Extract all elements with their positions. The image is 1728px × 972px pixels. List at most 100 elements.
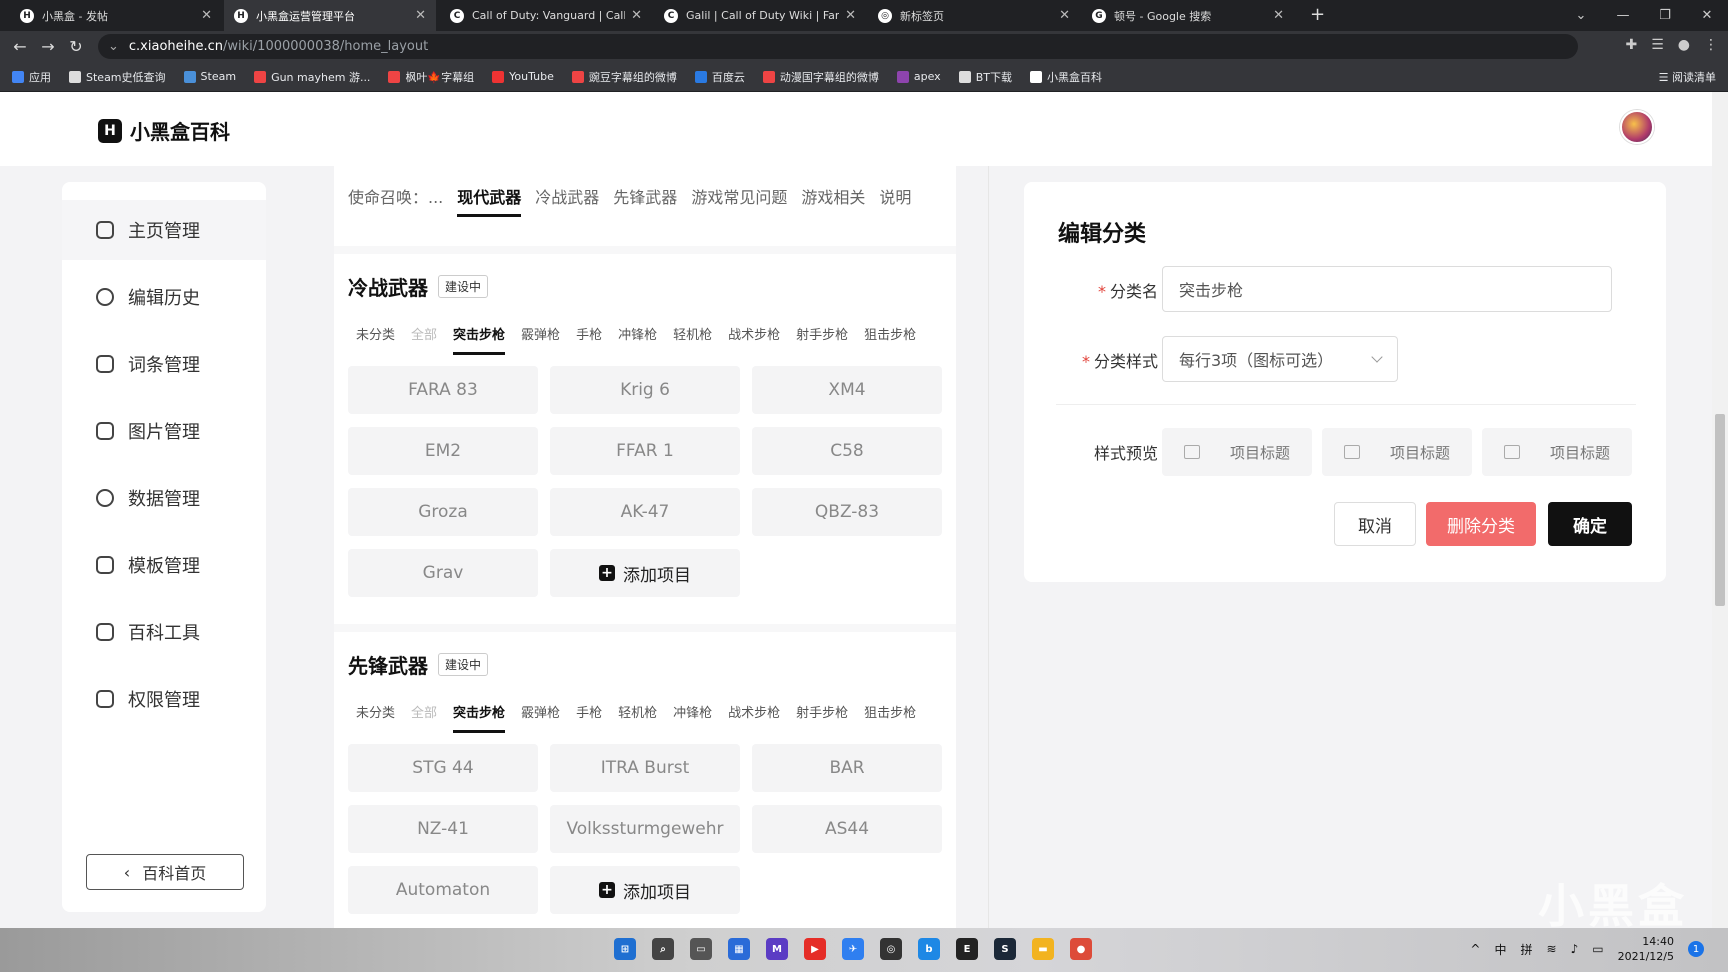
clock[interactable]: 14:40 2021/12/5 (1618, 934, 1674, 964)
weapon-item[interactable]: FFAR 1 (550, 427, 740, 475)
ime-mode[interactable]: 中 (1494, 941, 1506, 958)
subcategory-tab[interactable]: 冲锋枪 (673, 702, 712, 733)
weapon-item[interactable]: Automaton (348, 866, 538, 914)
volume-icon[interactable]: ♪ (1571, 942, 1579, 956)
subcategory-tab[interactable]: 突击步枪 (453, 702, 506, 733)
bookmark-item[interactable]: 百度云 (694, 69, 745, 85)
category-tab[interactable]: 现代武器 (457, 184, 522, 217)
bookmark-item[interactable]: 枫叶🍁字幕组 (388, 69, 474, 85)
battery-icon[interactable]: ▭ (1592, 942, 1603, 956)
subcategory-tab[interactable]: 战术步枪 (728, 702, 780, 733)
address-bar[interactable]: ⌄ c.xiaoheihe.cn/wiki/1000000038/home_la… (98, 34, 1578, 59)
sidebar-item[interactable]: 编辑历史 (62, 267, 266, 327)
messenger-icon[interactable]: ✈ (842, 938, 864, 960)
bookmark-item[interactable]: apex (896, 70, 941, 83)
notification-badge[interactable]: 1 (1688, 941, 1704, 957)
category-tab[interactable]: 冷战武器 (535, 184, 599, 217)
bookmark-item[interactable]: Steam史低查询 (69, 69, 166, 85)
browser-icon[interactable]: ◎ (880, 938, 902, 960)
tab-search-icon[interactable]: ⌄ (1560, 8, 1602, 23)
menu-icon[interactable]: ⋮ (1704, 37, 1718, 53)
weapon-item[interactable]: STG 44 (348, 744, 538, 792)
subcategory-tab[interactable]: 轻机枪 (618, 702, 657, 733)
subcategory-tab[interactable]: 战术步枪 (728, 324, 780, 355)
subcategory-tab[interactable]: 狙击步枪 (864, 324, 916, 355)
bookmark-item[interactable]: 应用 (12, 69, 51, 85)
sidebar-item[interactable]: 权限管理 (62, 669, 266, 729)
close-tab-icon[interactable]: ✕ (1273, 8, 1284, 23)
bing-icon[interactable]: b (918, 938, 940, 960)
youtube-icon[interactable]: ▶ (804, 938, 826, 960)
windows-start-icon[interactable]: ⊞ (614, 938, 636, 960)
search-icon[interactable]: ⌕ (652, 938, 674, 960)
avatar[interactable] (1620, 110, 1654, 144)
weapon-item[interactable]: Grav (348, 549, 538, 597)
reload-icon[interactable]: ↻ (62, 37, 90, 56)
confirm-button[interactable]: 确定 (1548, 502, 1632, 546)
profile-icon[interactable]: ● (1678, 37, 1690, 53)
category-tab[interactable]: 游戏常见问题 (691, 184, 787, 217)
weapon-item[interactable]: NZ-41 (348, 805, 538, 853)
subcategory-tab[interactable]: 狙击步枪 (864, 702, 916, 733)
browser-tab[interactable]: H 小黑盒运营管理平台 ✕ (224, 0, 436, 31)
weapon-item[interactable]: Volkssturmgewehr (550, 805, 740, 853)
weapon-item[interactable]: AK-47 (550, 488, 740, 536)
close-tab-icon[interactable]: ✕ (1059, 8, 1070, 23)
cancel-button[interactable]: 取消 (1334, 502, 1416, 546)
weapon-item[interactable]: FARA 83 (348, 366, 538, 414)
file-explorer-icon[interactable]: ▬ (1032, 938, 1054, 960)
category-tab[interactable]: 说明 (879, 184, 911, 217)
weapon-item[interactable]: EM2 (348, 427, 538, 475)
weapon-item[interactable]: C58 (752, 427, 942, 475)
subcategory-tab[interactable]: 手枪 (576, 324, 602, 355)
tray-chevron-icon[interactable]: ^ (1470, 942, 1480, 956)
category-name-input[interactable]: 突击步枪 (1162, 266, 1612, 312)
close-tab-icon[interactable]: ✕ (631, 8, 642, 23)
sidebar-item[interactable]: 数据管理 (62, 468, 266, 528)
reading-list-button[interactable]: ☰ 阅读清单 (1659, 69, 1716, 85)
wiki-home-button[interactable]: ‹ 百科首页 (86, 854, 244, 890)
weapon-item[interactable]: AS44 (752, 805, 942, 853)
weapon-item[interactable]: Krig 6 (550, 366, 740, 414)
subcategory-tab[interactable]: 冲锋枪 (618, 324, 657, 355)
category-tab[interactable]: 游戏相关 (801, 184, 865, 217)
browser-tab[interactable]: ◎ 新标签页 ✕ (868, 0, 1080, 31)
steam-icon[interactable]: S (994, 938, 1016, 960)
subcategory-tab[interactable]: 射手步枪 (796, 702, 848, 733)
browser-tab[interactable]: C Call of Duty: Vanguard | Call o ✕ (440, 0, 652, 31)
chrome-icon[interactable]: ● (1070, 938, 1092, 960)
bookmark-item[interactable]: 动漫国字幕组的微博 (762, 69, 879, 85)
delete-category-button[interactable]: 删除分类 (1426, 502, 1536, 546)
epic-games-icon[interactable]: E (956, 938, 978, 960)
weapon-item[interactable]: ITRA Burst (550, 744, 740, 792)
new-tab-button[interactable]: + (1310, 4, 1325, 25)
subcategory-tab[interactable]: 突击步枪 (453, 324, 506, 355)
reading-list-icon[interactable]: ☰ (1651, 37, 1664, 53)
subcategory-tab[interactable]: 霰弹枪 (521, 324, 560, 355)
bookmark-item[interactable]: BT下载 (958, 69, 1012, 85)
restore-button[interactable]: ❐ (1644, 8, 1686, 23)
bookmark-item[interactable]: Steam (183, 70, 236, 83)
sidebar-item[interactable]: 词条管理 (62, 334, 266, 394)
bookmark-item[interactable]: 豌豆字幕组的微博 (571, 69, 677, 85)
forward-icon[interactable]: → (34, 37, 62, 56)
add-item-button[interactable]: + 添加项目 (550, 549, 740, 597)
sidebar-item[interactable]: 主页管理 (62, 200, 266, 260)
widgets-icon[interactable]: ▦ (728, 938, 750, 960)
weapon-item[interactable]: Groza (348, 488, 538, 536)
minimize-button[interactable]: — (1602, 8, 1644, 23)
subcategory-tab[interactable]: 轻机枪 (673, 324, 712, 355)
bookmark-item[interactable]: YouTube (492, 70, 554, 83)
subcategory-tab[interactable]: 全部 (411, 324, 437, 355)
subcategory-tab[interactable]: 手枪 (576, 702, 602, 733)
sidebar-item[interactable]: 模板管理 (62, 535, 266, 595)
browser-tab[interactable]: H 小黑盒 - 发帖 ✕ (10, 0, 222, 31)
close-tab-icon[interactable]: ✕ (201, 8, 212, 23)
sidebar-item[interactable]: 图片管理 (62, 401, 266, 461)
subcategory-tab[interactable]: 未分类 (356, 324, 395, 355)
close-tab-icon[interactable]: ✕ (845, 8, 856, 23)
task-view-icon[interactable]: ▭ (690, 938, 712, 960)
close-tab-icon[interactable]: ✕ (415, 8, 426, 23)
wifi-icon[interactable]: ≋ (1547, 942, 1557, 956)
ime-pinyin[interactable]: 拼 (1521, 941, 1533, 958)
